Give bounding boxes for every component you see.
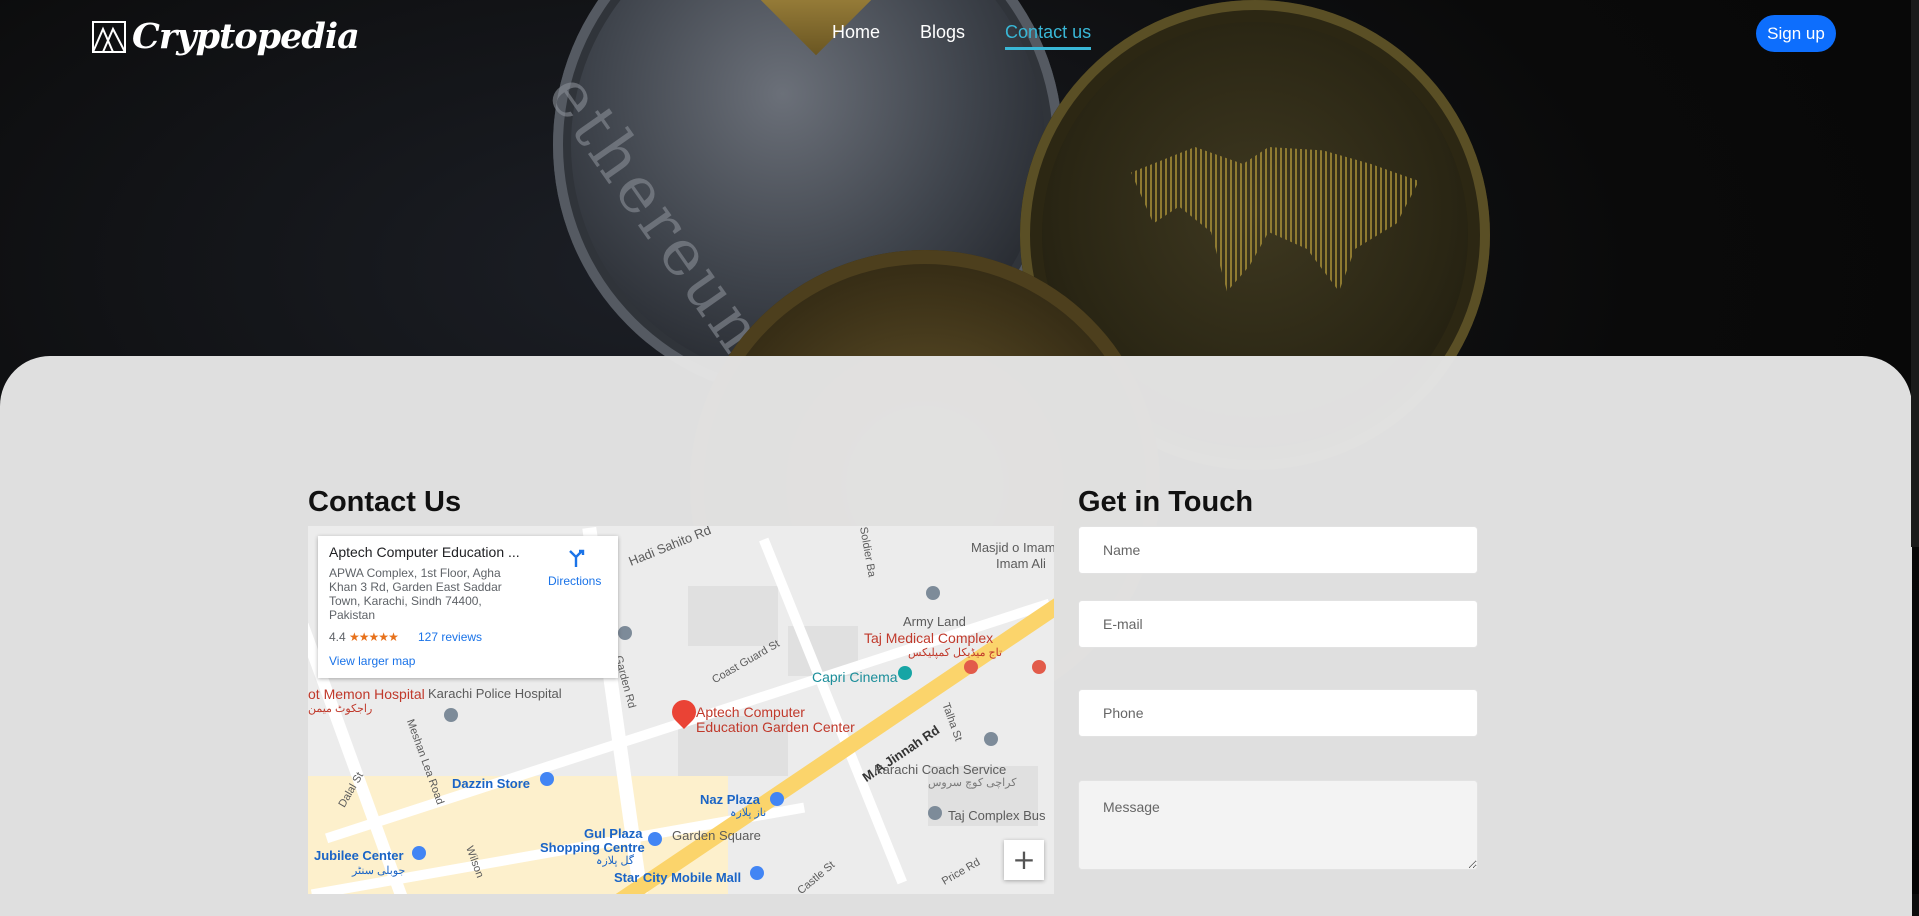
message-field[interactable] xyxy=(1078,780,1478,870)
map-label: Imam Ali xyxy=(996,556,1046,571)
map-label: Karachi Police Hospital xyxy=(428,686,562,701)
hospital-pin-icon xyxy=(1032,660,1046,674)
google-map[interactable]: Hadi Sahito Rd Soldier Ba Masjid o Imam … xyxy=(308,526,1054,894)
map-label: Karachi Coach Service xyxy=(874,762,1007,777)
map-label: کراچی کوچ سروس xyxy=(928,777,1017,789)
shopping-pin-icon xyxy=(770,792,784,806)
map-label: Masjid o Imam xyxy=(971,540,1054,555)
directions-link[interactable]: Directions xyxy=(548,574,601,588)
map-label: Talha St xyxy=(939,701,965,743)
map-label: Garden Square xyxy=(672,828,761,843)
hospital-pin-icon xyxy=(444,708,458,722)
nav-contact-link[interactable]: Contact us xyxy=(1005,22,1092,50)
map-label-jubilee[interactable]: Jubilee Center xyxy=(314,848,404,863)
name-field[interactable] xyxy=(1078,526,1478,574)
map-label: جوبلی سنٹر xyxy=(352,865,406,877)
place-pin-icon xyxy=(618,626,632,640)
map-label-aptech[interactable]: Aptech Computer xyxy=(696,704,805,720)
map-label: راجکوٹ میمن xyxy=(308,703,373,715)
page-scrollbar[interactable] xyxy=(1911,0,1919,547)
map-label: Army Land xyxy=(903,614,966,629)
map-label: Soldier Ba xyxy=(857,526,878,579)
brand-logo[interactable]: Cryptopedia xyxy=(92,16,360,57)
hospital-pin-icon xyxy=(964,660,978,674)
army-land-pin-icon xyxy=(926,586,940,600)
map-label-gul-plaza: Shopping Centre xyxy=(540,840,645,855)
rating-value: 4.4 xyxy=(329,630,346,644)
get-in-touch-heading: Get in Touch xyxy=(1078,486,1254,518)
map-label-capri[interactable]: Capri Cinema xyxy=(812,669,898,685)
map-block xyxy=(688,586,778,646)
top-navbar: Cryptopedia Home Blogs Contact us Sign u… xyxy=(0,0,1919,68)
directions-icon[interactable] xyxy=(566,548,586,568)
place-rating: 4.4 ★★★★★ xyxy=(329,630,399,644)
map-label: Taj Complex Bus xyxy=(948,808,1046,823)
view-larger-map-link[interactable]: View larger map xyxy=(329,654,415,668)
zoom-in-button[interactable]: + xyxy=(1004,840,1044,880)
star-rating-icon: ★★★★★ xyxy=(349,630,399,644)
map-label: Price Rd xyxy=(939,856,983,888)
cinema-pin-icon xyxy=(898,666,912,680)
brand-name: Cryptopedia xyxy=(132,16,360,57)
phone-field[interactable] xyxy=(1078,689,1478,737)
map-label: ناز پلازہ xyxy=(730,807,767,819)
map-label-aptech: Education Garden Center xyxy=(696,719,855,735)
nav-links: Home Blogs Contact us xyxy=(832,22,1092,50)
signup-button[interactable]: Sign up xyxy=(1756,15,1836,52)
nav-blogs-link[interactable]: Blogs xyxy=(920,22,965,50)
email-field[interactable] xyxy=(1078,600,1478,648)
map-label-naz[interactable]: Naz Plaza xyxy=(700,792,760,807)
map-label-star-city[interactable]: Star City Mobile Mall xyxy=(614,870,741,885)
bus-pin-icon xyxy=(928,806,942,820)
shopping-pin-icon xyxy=(412,846,426,860)
map-label-gul-plaza[interactable]: Gul Plaza xyxy=(584,826,643,841)
map-label: Hadi Sahito Rd xyxy=(626,526,714,569)
map-label: گل پلازہ xyxy=(596,855,635,867)
map-label: Castle St xyxy=(795,859,838,894)
shopping-pin-icon xyxy=(750,866,764,880)
reviews-link[interactable]: 127 reviews xyxy=(418,630,482,644)
map-label: تاج میڈیکل کمپلیکس xyxy=(908,647,1003,659)
map-label-taj-medical[interactable]: Taj Medical Complex xyxy=(864,630,993,646)
map-label: ot Memon Hospital xyxy=(308,686,425,702)
world-map-icon xyxy=(1131,147,1419,292)
triangles-logo-icon xyxy=(92,20,126,53)
nav-home-link[interactable]: Home xyxy=(832,22,880,50)
shopping-pin-icon xyxy=(648,832,662,846)
contact-us-heading: Contact Us xyxy=(308,486,462,518)
map-place-card: Aptech Computer Education ... APWA Compl… xyxy=(318,536,618,678)
shopping-pin-icon xyxy=(540,772,554,786)
place-title: Aptech Computer Education ... xyxy=(329,544,520,560)
place-address: APWA Complex, 1st Floor, Agha Khan 3 Rd,… xyxy=(329,566,502,622)
bus-pin-icon xyxy=(984,732,998,746)
map-label-dazzin[interactable]: Dazzin Store xyxy=(452,776,530,791)
